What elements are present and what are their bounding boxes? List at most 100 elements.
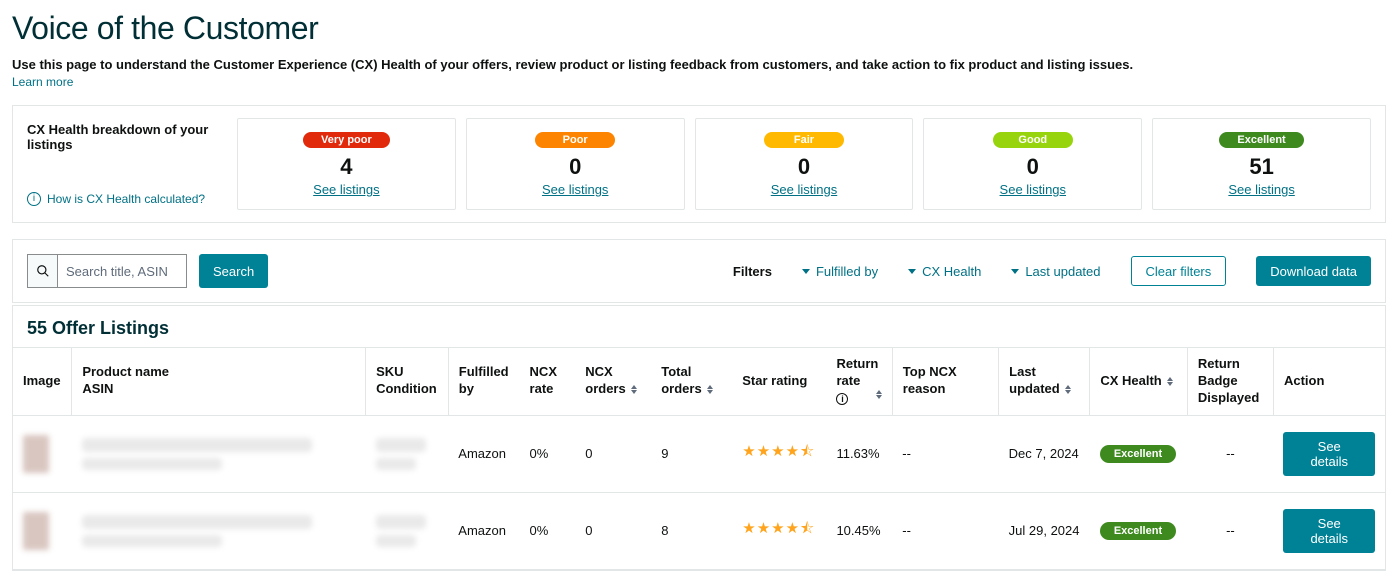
breakdown-title: CX Health breakdown of your listings xyxy=(27,122,227,152)
col-return-rate[interactable]: Return rate i xyxy=(826,348,892,416)
filter-bar: Search Filters Fulfilled by CX Health Last… xyxy=(12,239,1386,303)
see-listings-link[interactable]: See listings xyxy=(477,182,674,197)
search-input[interactable] xyxy=(57,254,187,288)
pill-fair: Fair xyxy=(764,132,844,148)
cx-health-card-good: Good0See listings xyxy=(923,118,1142,210)
dropdown-label: CX Health xyxy=(922,264,981,279)
cell-return-rate: 11.63% xyxy=(826,415,892,492)
page-title: Voice of the Customer xyxy=(12,10,1386,47)
cell-ncx-orders: 0 xyxy=(575,492,651,569)
cell-total-orders: 9 xyxy=(651,415,732,492)
pill-vpoor: Very poor xyxy=(303,132,390,148)
card-count: 51 xyxy=(1163,154,1360,180)
filters-label: Filters xyxy=(733,264,772,279)
see-details-button[interactable]: See details xyxy=(1283,509,1375,553)
col-top-ncx[interactable]: Top NCX reason xyxy=(892,348,998,416)
col-last-updated[interactable]: Last updated xyxy=(999,348,1090,416)
sort-icon[interactable] xyxy=(876,390,882,399)
cx-health-badge: Excellent xyxy=(1100,445,1176,463)
card-count: 0 xyxy=(706,154,903,180)
col-sku[interactable]: SKU Condition xyxy=(366,348,449,416)
info-icon: i xyxy=(27,192,41,206)
cx-health-card-excellent: Excellent 51 See listings xyxy=(1152,118,1371,210)
col-image: Image xyxy=(13,348,72,416)
cell-last-updated: Dec 7, 2024 xyxy=(999,415,1090,492)
col-ncx-orders-label: NCX orders xyxy=(585,364,625,396)
cell-total-orders: 8 xyxy=(651,492,732,569)
asin xyxy=(82,458,222,470)
search-button[interactable]: Search xyxy=(199,254,268,288)
pill-poor: Poor xyxy=(535,132,615,148)
product-name xyxy=(82,438,312,452)
offer-listings-table: Image Product name ASIN SKU Condition Fu… xyxy=(13,347,1385,570)
col-cx-health[interactable]: CX Health xyxy=(1090,348,1188,416)
clear-filters-button[interactable]: Clear filters xyxy=(1131,256,1227,286)
sort-icon[interactable] xyxy=(1167,377,1173,386)
cell-star-rating: ★★★★⯪ xyxy=(732,415,826,492)
see-listings-link[interactable]: See listings xyxy=(248,182,445,197)
see-details-button[interactable]: See details xyxy=(1283,432,1375,476)
pill-excellent: Excellent xyxy=(1219,132,1303,148)
col-ncx-rate[interactable]: NCX rate xyxy=(520,348,576,416)
sort-icon[interactable] xyxy=(1065,385,1071,394)
cx-health-card-vpoor: Very poor4See listings xyxy=(237,118,456,210)
col-return-badge[interactable]: Return Badge Displayed xyxy=(1187,348,1273,416)
cell-ncx-rate: 0% xyxy=(520,415,576,492)
chevron-down-icon xyxy=(802,269,810,274)
cell-star-rating: ★★★★⯪ xyxy=(732,492,826,569)
cx-health-breakdown: CX Health breakdown of your listings i H… xyxy=(12,105,1386,223)
condition xyxy=(376,535,416,547)
download-data-button[interactable]: Download data xyxy=(1256,256,1371,286)
table-row: Amazon0%09★★★★⯪11.63%--Dec 7, 2024 Excell… xyxy=(13,415,1385,492)
search-icon xyxy=(27,254,57,288)
sku xyxy=(376,515,426,529)
pill-good: Good xyxy=(993,132,1073,148)
offer-listings-table-container: 55 Offer Listings Image Product name ASI… xyxy=(12,305,1386,571)
col-cx-health-label: CX Health xyxy=(1100,373,1161,388)
col-star-rating[interactable]: Star rating xyxy=(732,348,826,416)
learn-more-link[interactable]: Learn more xyxy=(12,75,73,89)
filter-dropdown[interactable]: Fulfilled by xyxy=(802,264,878,279)
cell-ncx-orders: 0 xyxy=(575,415,651,492)
cell-return-rate: 10.45% xyxy=(826,492,892,569)
card-count: 0 xyxy=(477,154,674,180)
cx-health-badge: Excellent xyxy=(1100,522,1176,540)
product-image xyxy=(23,435,49,473)
col-total-orders[interactable]: Total orders xyxy=(651,348,732,416)
cx-health-help-link[interactable]: i How is CX Health calculated? xyxy=(27,192,227,206)
page-subtitle: Use this page to understand the Customer… xyxy=(12,57,1386,72)
product-image xyxy=(23,512,49,550)
condition xyxy=(376,458,416,470)
col-ncx-orders[interactable]: NCX orders xyxy=(575,348,651,416)
info-icon[interactable]: i xyxy=(836,393,848,405)
table-title: 55 Offer Listings xyxy=(13,306,1385,347)
col-product[interactable]: Product name ASIN xyxy=(72,348,366,416)
sku xyxy=(376,438,426,452)
cell-fulfilled: Amazon xyxy=(448,492,519,569)
cell-top-ncx: -- xyxy=(892,492,998,569)
col-last-updated-label: Last updated xyxy=(1009,364,1060,396)
see-listings-link[interactable]: See listings xyxy=(934,182,1131,197)
dropdown-label: Last updated xyxy=(1025,264,1100,279)
filter-dropdown[interactable]: Last updated xyxy=(1011,264,1100,279)
col-total-orders-label: Total orders xyxy=(661,364,701,396)
chevron-down-icon xyxy=(908,269,916,274)
filter-dropdown[interactable]: CX Health xyxy=(908,264,981,279)
cell-top-ncx: -- xyxy=(892,415,998,492)
col-return-rate-label: Return rate xyxy=(836,356,878,388)
col-action: Action xyxy=(1273,348,1385,416)
table-row: Amazon0%08★★★★⯪10.45%--Jul 29, 2024 Excel… xyxy=(13,492,1385,569)
cx-health-card-poor: Poor 0 See listings xyxy=(466,118,685,210)
cell-ncx-rate: 0% xyxy=(520,492,576,569)
see-listings-link[interactable]: See listings xyxy=(706,182,903,197)
dropdown-label: Fulfilled by xyxy=(816,264,878,279)
col-fulfilled[interactable]: Fulfilled by xyxy=(448,348,519,416)
sort-icon[interactable] xyxy=(631,385,637,394)
help-label: How is CX Health calculated? xyxy=(47,192,205,206)
cx-health-card-fair: Fair 0 See listings xyxy=(695,118,914,210)
chevron-down-icon xyxy=(1011,269,1019,274)
cell-fulfilled: Amazon xyxy=(448,415,519,492)
sort-icon[interactable] xyxy=(707,385,713,394)
cell-last-updated: Jul 29, 2024 xyxy=(999,492,1090,569)
see-listings-link[interactable]: See listings xyxy=(1163,182,1360,197)
